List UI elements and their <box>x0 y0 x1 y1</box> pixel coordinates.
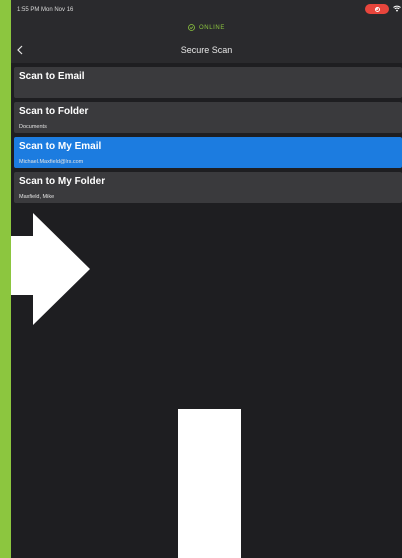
status-time: 1:55 PM Mon Nov 16 <box>17 7 74 13</box>
check-circle-icon <box>188 24 195 31</box>
option-title: Scan to Email <box>19 71 85 82</box>
connection-label: ONLINE <box>199 24 225 31</box>
navigation-bar: Secure Scan <box>11 37 402 63</box>
app-window: 1:55 PM Mon Nov 16 ONLINE Secure Scan Sc… <box>11 0 402 558</box>
scan-to-my-email-option[interactable]: Scan to My Email Michael.Maxfield@lrs.co… <box>14 137 402 168</box>
scan-to-email-option[interactable]: Scan to Email <box>14 67 402 98</box>
option-subtitle: Michael.Maxfield@lrs.com <box>19 159 84 165</box>
page-title: Secure Scan <box>180 45 233 55</box>
scan-option-list: Scan to Email Scan to Folder Documents S… <box>11 67 402 207</box>
option-title: Scan to My Folder <box>19 176 106 187</box>
option-title: Scan to My Email <box>19 141 102 152</box>
overlay-block <box>178 409 241 558</box>
arrow-right-icon <box>11 213 90 325</box>
connection-status: ONLINE <box>11 18 402 37</box>
option-title: Scan to Folder <box>19 106 89 117</box>
option-subtitle: Documents <box>19 124 47 130</box>
scan-to-my-folder-option[interactable]: Scan to My Folder Maxfield, Mike <box>14 172 402 203</box>
status-bar: 1:55 PM Mon Nov 16 <box>11 0 402 18</box>
wifi-icon <box>393 5 401 12</box>
record-indicator[interactable] <box>365 4 389 14</box>
record-icon <box>374 6 380 12</box>
option-subtitle: Maxfield, Mike <box>19 194 55 200</box>
scan-to-folder-option[interactable]: Scan to Folder Documents <box>14 102 402 133</box>
